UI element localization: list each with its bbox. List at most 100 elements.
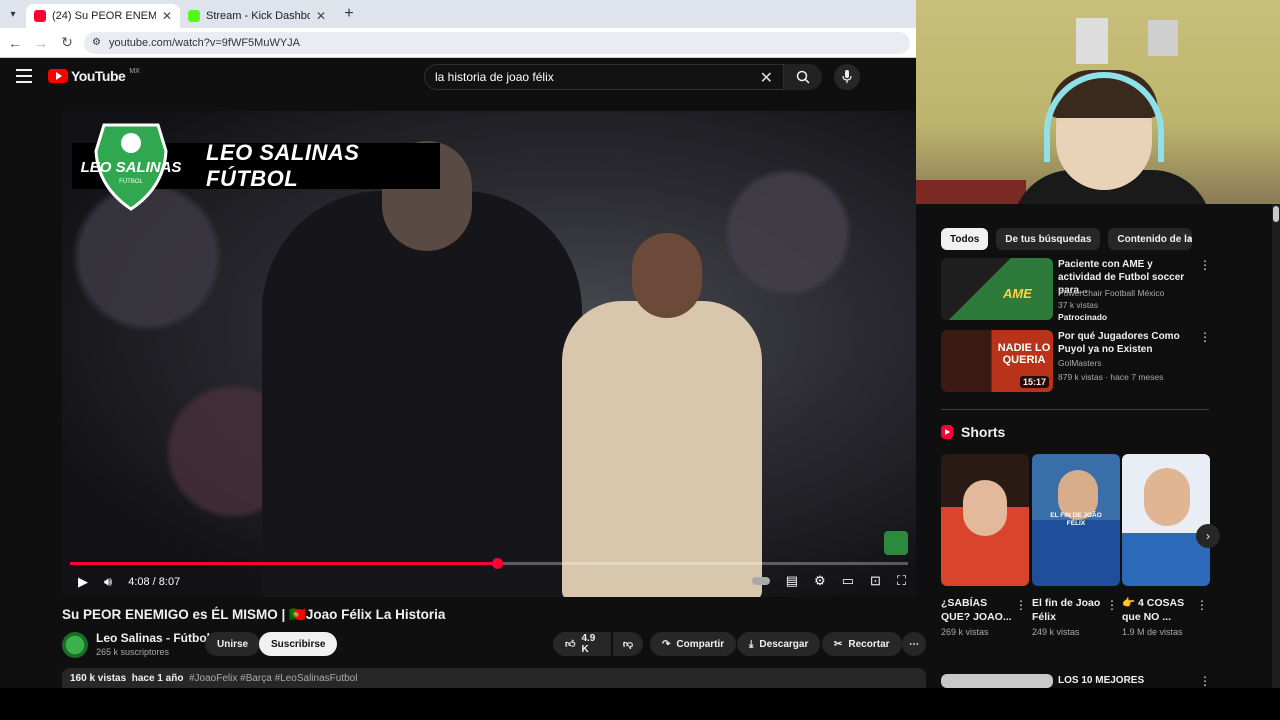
video-frame-figure — [262, 191, 582, 597]
scrollbar-thumb[interactable] — [1273, 206, 1279, 222]
background-object — [916, 180, 1026, 204]
subscribe-button[interactable]: Suscribirse — [259, 632, 338, 656]
recommendation-channel: PowerChair Football México — [1058, 288, 1165, 298]
dislike-button[interactable]: 👎︎ — [613, 632, 643, 656]
clear-search-icon[interactable]: ✕ — [760, 68, 773, 88]
close-tab-icon[interactable]: ✕ — [316, 9, 326, 23]
autoplay-toggle[interactable] — [751, 577, 770, 585]
chip-all[interactable]: Todos — [941, 228, 989, 250]
wall-poster — [1148, 20, 1178, 56]
short-views: 269 k vistas — [941, 627, 989, 637]
scrollbar[interactable] — [1272, 204, 1280, 688]
more-vert-icon[interactable]: ⋮ — [1199, 330, 1211, 344]
search-button[interactable] — [784, 64, 822, 90]
section-divider — [941, 409, 1209, 410]
more-actions-button[interactable]: ⋯ — [902, 632, 926, 656]
banner-text: LEO SALINAS FÚTBOL — [206, 140, 360, 191]
video-thumbnail[interactable] — [941, 674, 1053, 688]
channel-name[interactable]: Leo Salinas - Fútbol — [96, 631, 210, 645]
more-vert-icon[interactable]: ⋮ — [1196, 598, 1208, 612]
hashtags[interactable]: #JoaoFelix #Barça #LeoSalinasFutbol — [189, 673, 357, 684]
reload-icon[interactable]: ↻ — [58, 34, 76, 51]
video-player[interactable]: LEO SALINAS FÚTBOL LEO SALINAS FÚTBOL ▶ … — [62, 111, 916, 597]
channel-watermark-icon[interactable] — [884, 531, 908, 555]
cast-icon[interactable]: ⊡ — [870, 573, 881, 589]
short-views: 249 k vistas — [1032, 627, 1080, 637]
play-icon[interactable]: ▶ — [78, 574, 88, 590]
short-views: 1.9 M de vistas — [1122, 627, 1183, 637]
chevron-right-icon: › — [1206, 529, 1210, 543]
tab-title: (24) Su PEOR ENEMIGO es ÉL MISMO — [52, 10, 156, 22]
forward-arrow-icon[interactable]: → — [32, 35, 50, 51]
short-item[interactable]: 👉 4 COSAS que NO ... 1.9 M de vistas ⋮ — [1122, 454, 1210, 637]
short-thumbnail[interactable] — [941, 454, 1029, 586]
menu-icon[interactable] — [16, 69, 32, 87]
recommendation-item[interactable]: AME Paciente con AME y actividad de Futb… — [941, 258, 1211, 322]
more-vert-icon[interactable]: ⋮ — [1106, 598, 1118, 612]
region-code: MX — [129, 67, 140, 75]
player-controls: ▶ 🔊︎ 4:08 / 8:07 ▤ ⚙ ▭ ⊡ ⛶ — [62, 567, 916, 597]
tab-search-chevron-icon[interactable]: ▾ — [0, 0, 26, 28]
video-frame-player-head — [632, 233, 702, 318]
progress-bar[interactable] — [70, 558, 908, 569]
screen-bottom-bar — [0, 688, 1280, 720]
volume-icon[interactable]: 🔊︎ — [104, 574, 112, 590]
fullscreen-icon[interactable]: ⛶ — [897, 573, 906, 589]
theater-mode-icon[interactable]: ▭ — [842, 573, 854, 589]
share-button[interactable]: ↷ Compartir — [650, 632, 737, 656]
join-button[interactable]: Unirse — [205, 632, 261, 656]
webcam-overlay — [916, 0, 1280, 204]
short-overlay-text: EL FIN DE JOÃO FÉLIX — [1050, 512, 1102, 527]
short-thumbnail[interactable] — [1122, 454, 1210, 586]
badge-title: LEO SALINAS — [80, 159, 182, 176]
chevron-right-icon[interactable]: › — [1188, 232, 1192, 246]
short-item[interactable]: EL FIN DE JOÃO FÉLIX El fin de Joao Féli… — [1032, 454, 1120, 637]
download-button[interactable]: ⤓ Descargar — [737, 632, 821, 656]
description-box[interactable]: 160 k vistas hace 1 año #JoaoFelix #Barç… — [62, 668, 926, 690]
channel-badge-logo: LEO SALINAS FÚTBOL — [74, 121, 188, 213]
back-arrow-icon[interactable]: ← — [6, 35, 24, 51]
more-vert-icon[interactable]: ⋮ — [1015, 598, 1027, 612]
chip-series-content[interactable]: Contenido de la ser — [1108, 228, 1193, 250]
like-count: 4.9 K — [581, 633, 596, 655]
youtube-logo[interactable]: YouTube MX — [48, 68, 140, 84]
voice-search-button[interactable] — [834, 64, 860, 90]
new-tab-button[interactable]: + — [338, 3, 360, 25]
chip-from-searches[interactable]: De tus búsquedas — [996, 228, 1101, 250]
short-title: ¿SABÍAS QUE? JOAO... — [941, 597, 1012, 623]
badge-subtitle: FÚTBOL — [119, 179, 143, 185]
more-vert-icon[interactable]: ⋮ — [1199, 674, 1211, 688]
tab-kick[interactable]: Stream - Kick Dashboard ✕ — [180, 4, 334, 28]
recommendation-item[interactable]: NADIE LO QUERIA 15:17 Por qué Jugadores … — [941, 330, 1211, 392]
like-button[interactable]: 👍︎ 4.9 K — [553, 632, 611, 656]
masthead: YouTube MX la historia de joao félix ✕ — [0, 58, 916, 96]
more-vert-icon[interactable]: ⋮ — [1199, 258, 1211, 272]
thumbs-up-icon: 👍︎ — [565, 639, 576, 650]
video-thumbnail[interactable]: NADIE LO QUERIA 15:17 — [941, 330, 1053, 392]
more-horiz-icon: ⋯ — [909, 638, 919, 650]
recommendation-views: 37 k vistas — [1058, 300, 1099, 310]
address-bar[interactable]: ⚙ youtube.com/watch?v=9fWF5MuWYJA — [84, 31, 910, 54]
tab-youtube[interactable]: (24) Su PEOR ENEMIGO es ÉL MISMO ✕ — [26, 4, 180, 28]
search-input[interactable]: la historia de joao félix ✕ — [424, 64, 784, 90]
recommendation-title[interactable]: LOS 10 MEJORES JUGADORES — [1058, 674, 1198, 688]
recommendation-item[interactable]: LOS 10 MEJORES JUGADORES ⋮ — [941, 674, 1211, 688]
url-text: youtube.com/watch?v=9fWF5MuWYJA — [108, 36, 301, 49]
channel-avatar[interactable] — [62, 632, 88, 658]
share-icon: ↷ — [662, 638, 671, 650]
short-face — [1144, 468, 1190, 526]
settings-gear-icon[interactable]: ⚙ — [814, 573, 826, 589]
search-query: la historia de joao félix — [435, 70, 554, 84]
short-item[interactable]: ¿SABÍAS QUE? JOAO... 269 k vistas ⋮ — [941, 454, 1029, 637]
clip-button[interactable]: ✂ Recortar — [822, 632, 902, 656]
wall-poster — [1076, 18, 1108, 64]
duration-badge: 15:17 — [1019, 376, 1049, 388]
video-thumbnail[interactable]: AME — [941, 258, 1053, 320]
recommendation-title[interactable]: Por qué Jugadores Como Puyol ya no Exist… — [1058, 330, 1198, 356]
short-thumbnail[interactable]: EL FIN DE JOÃO FÉLIX — [1032, 454, 1120, 586]
subtitles-icon[interactable]: ▤ — [786, 573, 798, 589]
shorts-next-button[interactable]: › — [1196, 524, 1220, 548]
download-label: Descargar — [759, 638, 809, 650]
site-info-icon[interactable]: ⚙ — [92, 37, 101, 48]
close-tab-icon[interactable]: ✕ — [162, 9, 172, 23]
